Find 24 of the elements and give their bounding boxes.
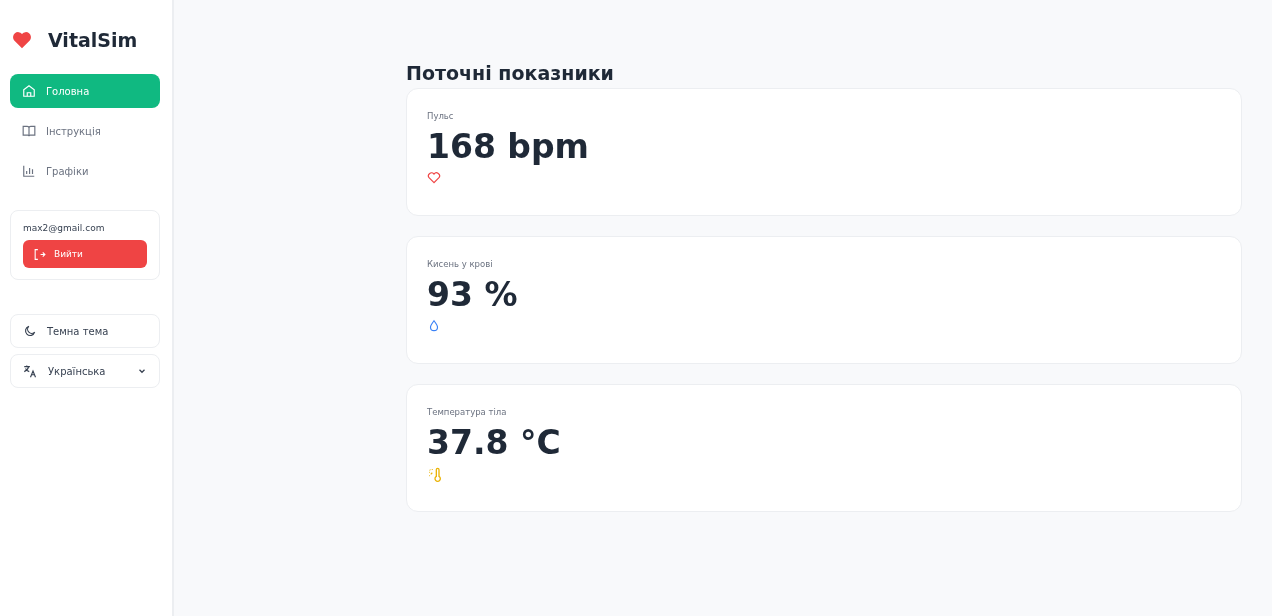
metric-label: Пульс xyxy=(427,111,454,121)
heart-icon xyxy=(427,171,441,185)
metric-value: 168 bpm xyxy=(427,127,589,167)
metric-label: Температура тіла xyxy=(427,407,507,417)
nav-item[interactable]: Інструкція xyxy=(10,114,160,148)
home-icon xyxy=(22,84,36,98)
page-title: Поточні показники xyxy=(406,62,615,84)
app-name: VitalSim xyxy=(48,29,138,51)
metric-value: 37.8 °C xyxy=(427,423,561,463)
metric-value: 93 % xyxy=(427,275,518,315)
logout-icon xyxy=(33,247,46,261)
metric-label: Кисень у крові xyxy=(427,259,493,269)
moon-icon xyxy=(23,324,37,338)
book-icon xyxy=(22,124,36,138)
drop-icon xyxy=(427,319,441,333)
bar-chart-icon xyxy=(22,164,36,178)
nav-item[interactable]: Графіки xyxy=(10,154,160,188)
user-email: max2@gmail.com xyxy=(23,223,105,233)
heart-logo-icon xyxy=(12,31,32,49)
theme-toggle[interactable]: Темна тема xyxy=(10,314,160,348)
language-select[interactable]: Українська xyxy=(10,354,160,388)
logout-button[interactable]: Вийти xyxy=(23,240,147,268)
translate-icon xyxy=(23,364,38,378)
thermometer-sun-icon xyxy=(427,467,443,483)
